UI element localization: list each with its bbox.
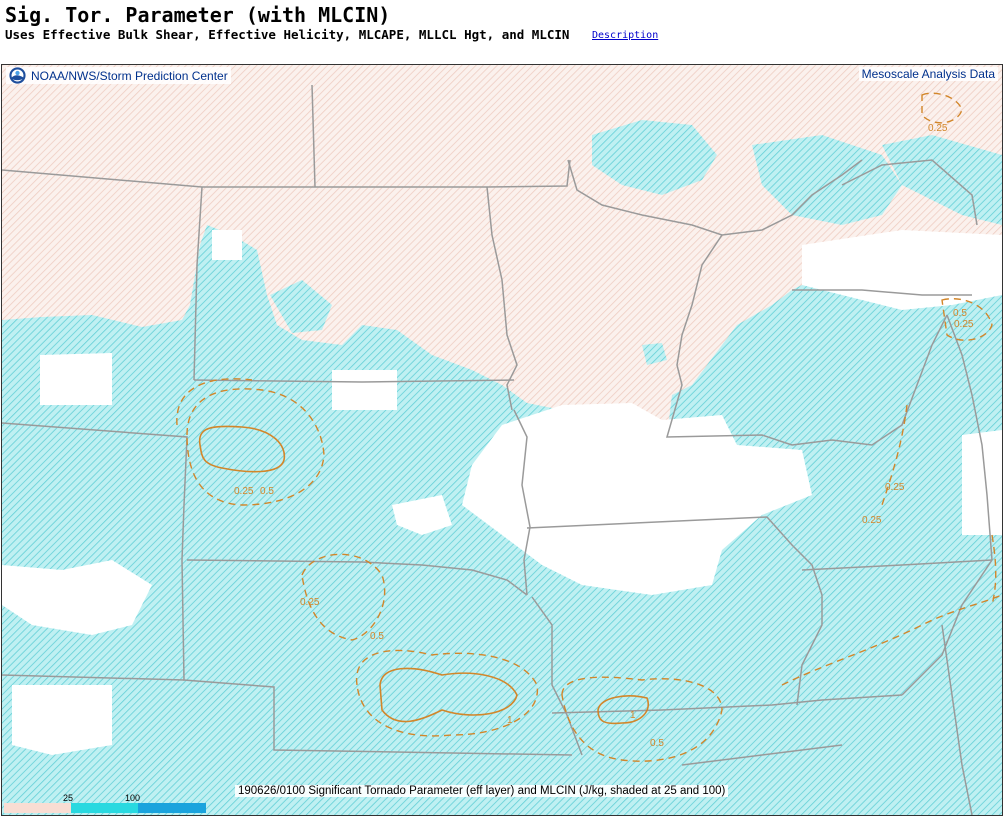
contour-label: 0.25 xyxy=(300,597,320,608)
map-caption: 190626/0100 Significant Tornado Paramete… xyxy=(235,785,729,797)
cin-none-area xyxy=(212,230,242,260)
contour-label: 1 xyxy=(507,715,513,726)
description-link[interactable]: Description xyxy=(592,30,658,41)
contour-label: 0.5 xyxy=(650,738,664,749)
contour-label: 0.25 xyxy=(954,319,974,330)
cin-none-area xyxy=(332,370,397,410)
contour-label: 0.25 xyxy=(928,123,948,134)
cin-none-area xyxy=(12,685,112,755)
color-legend: 25 100 xyxy=(4,793,206,815)
legend-swatch xyxy=(71,803,138,813)
source-label: NOAA/NWS/Storm Prediction Center xyxy=(31,68,228,83)
legend-swatch xyxy=(138,803,206,813)
map-canvas: 0.25 0.25 0.5 0.25 0.5 1 0.25 0.25 0.25 … xyxy=(2,65,1002,815)
legend-tick: 25 xyxy=(63,793,74,803)
contour-label: 0.25 xyxy=(862,515,882,526)
contour-label: 0.5 xyxy=(370,631,384,642)
legend-tick: 100 xyxy=(125,793,141,803)
page-title: Sig. Tor. Parameter (with MLCIN) xyxy=(5,3,391,27)
contour-label: 1 xyxy=(630,710,636,721)
cin-none-area xyxy=(40,353,112,405)
source-header: NOAA/NWS/Storm Prediction Center xyxy=(6,67,231,84)
page-subtitle: Uses Effective Bulk Shear, Effective Hel… xyxy=(5,27,570,42)
legend-swatch xyxy=(4,803,71,813)
product-label: Mesoscale Analysis Data xyxy=(858,67,998,81)
map-panel: 0.25 0.25 0.5 0.25 0.5 1 0.25 0.25 0.25 … xyxy=(1,64,1003,816)
contour-label: 0.25 xyxy=(885,482,905,493)
contour-label: 0.5 xyxy=(953,308,967,319)
noaa-logo-icon xyxy=(9,67,26,84)
contour-label: 0.5 xyxy=(260,486,274,497)
contour-label: 0.25 xyxy=(234,486,254,497)
